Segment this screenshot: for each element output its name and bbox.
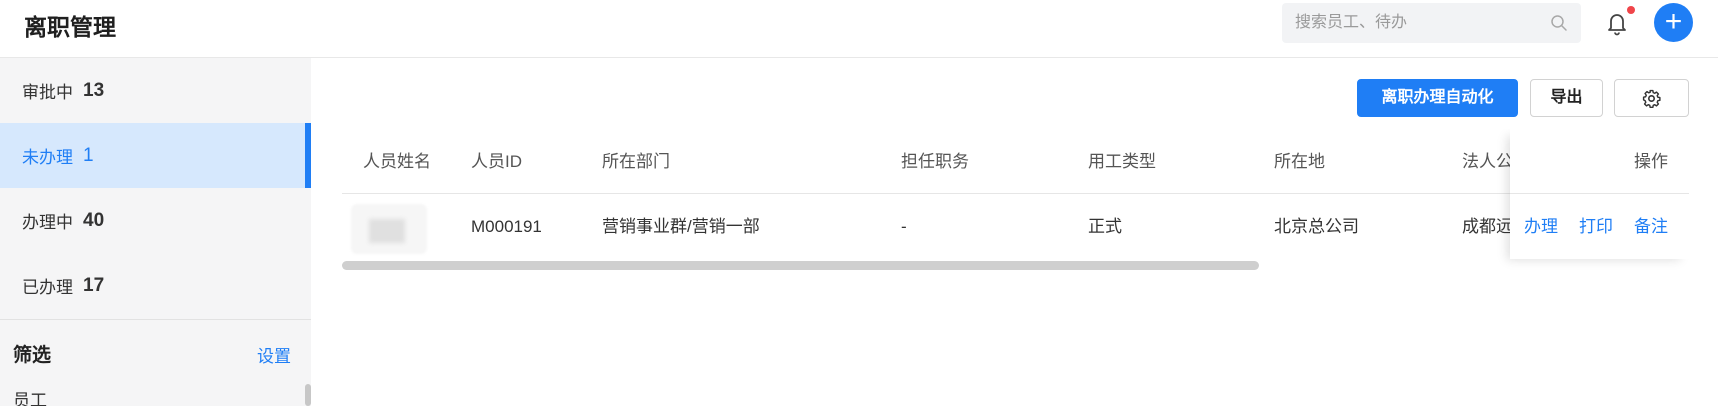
sidebar-item-count: 13 [83,79,105,101]
column-header-actions: 操作 [1634,152,1668,171]
column-header-position: 担任职务 [901,152,969,171]
column-header-department: 所在部门 [602,152,670,171]
page-title: 离职管理 [24,14,116,40]
cell-employment-type: 正式 [1088,217,1122,236]
offboarding-table: 人员姓名 人员ID 所在部门 担任职务 用工类型 所在地 法人公 M000191… [342,129,1689,279]
fixed-actions-column: 操作 办理 打印 备注 [1510,129,1689,259]
horizontal-scrollbar[interactable] [342,261,1259,270]
sidebar-item-processed[interactable]: 已办理 17 [0,253,311,318]
column-header-legal-entity: 法人公 [1462,152,1513,171]
sidebar-item-label: 办理中 [22,213,73,232]
search-input[interactable] [1282,3,1542,43]
sidebar-item-count: 1 [83,144,94,166]
table-settings-button[interactable] [1614,79,1689,117]
cell-department: 营销事业群/营销一部 [602,217,760,236]
sidebar-item-count: 40 [83,209,105,231]
search-icon[interactable] [1550,14,1568,32]
column-header-location: 所在地 [1274,152,1325,171]
filter-settings-link[interactable]: 设置 [257,342,291,367]
sidebar-item-pending-approval[interactable]: 审批中 13 [0,58,311,123]
top-header: 离职管理 + [0,0,1718,58]
cell-position: - [901,217,907,236]
sidebar-item-label: 审批中 [22,83,73,102]
column-header-employment-type: 用工类型 [1088,152,1156,171]
sidebar-divider [0,319,311,320]
process-action-link[interactable]: 办理 [1524,194,1558,259]
sidebar-item-not-processed[interactable]: 未办理 1 [0,123,311,188]
search-box[interactable] [1282,3,1581,43]
filter-title: 筛选 [13,345,52,366]
bell-icon[interactable] [1605,9,1629,37]
notification-dot [1627,6,1635,14]
sidebar-item-label: 已办理 [22,278,73,297]
cell-legal-entity: 成都远 [1462,217,1513,236]
export-button[interactable]: 导出 [1530,79,1603,117]
sidebar-item-label: 未办理 [22,148,73,167]
blurred-name-mask [369,219,405,243]
column-header-id: 人员ID [471,152,522,171]
add-button[interactable]: + [1654,3,1693,42]
cell-location: 北京总公司 [1274,217,1359,236]
offboarding-automation-button[interactable]: 离职办理自动化 [1357,79,1518,117]
sidebar-item-count: 17 [83,274,105,296]
sidebar-item-processing[interactable]: 办理中 40 [0,188,311,253]
filter-item-employee[interactable]: 员工 [13,386,47,406]
sidebar-scrollbar[interactable] [305,384,311,406]
cell-employee-id: M000191 [471,217,542,236]
column-header-name: 人员姓名 [363,152,431,171]
gear-icon [1642,89,1661,109]
sidebar: 审批中 13 未办理 1 办理中 40 已办理 17 筛选 设置 员工 [0,58,311,406]
print-action-link[interactable]: 打印 [1579,194,1613,259]
note-action-link[interactable]: 备注 [1634,194,1668,259]
